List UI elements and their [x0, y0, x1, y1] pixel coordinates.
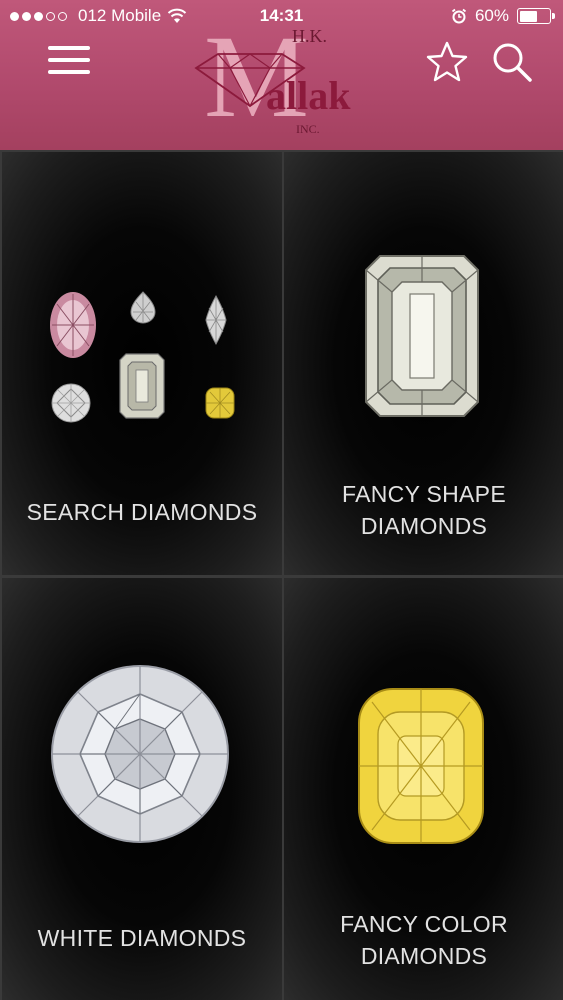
yellow-cushion-diamond-icon: [358, 688, 484, 844]
round-diamond-small-icon: [51, 383, 91, 423]
star-icon: [426, 41, 468, 82]
search-icon: [493, 43, 532, 82]
tile-label-line2: DIAMONDS: [360, 513, 488, 539]
app-header: 012 Mobile 14:31 60% M H.K. allak INC.: [0, 0, 563, 150]
hamburger-icon: [48, 46, 90, 50]
marquise-diamond-icon: [205, 294, 227, 346]
emerald-cut-diamond-icon: [365, 255, 479, 417]
favorites-button[interactable]: [425, 40, 469, 84]
yellow-cushion-diamond-small-icon: [205, 387, 235, 419]
battery-percent: 60%: [474, 6, 509, 25]
emerald-cut-diamond-small-icon: [119, 353, 165, 419]
search-button[interactable]: [490, 40, 534, 84]
menu-button[interactable]: [48, 46, 90, 76]
tile-label-line1: FANCY COLOR: [340, 911, 508, 937]
category-grid: SEARCH DIAMONDS FANCY SHAPE DIAMONDS WHI…: [0, 150, 563, 1000]
white-round-diamond-icon: [51, 665, 229, 843]
battery-level: [519, 10, 537, 22]
logo-name: allak: [266, 73, 351, 118]
tile-label-line2: DIAMONDS: [360, 943, 488, 969]
tile-search-diamonds[interactable]: SEARCH DIAMONDS: [2, 152, 282, 575]
tile-fancy-shape-diamonds[interactable]: FANCY SHAPE DIAMONDS: [284, 152, 563, 575]
tile-fancy-color-diamonds[interactable]: FANCY COLOR DIAMONDS: [284, 578, 563, 1000]
battery-icon: [517, 8, 555, 24]
pink-oval-diamond-icon: [50, 292, 96, 358]
brand-logo: M H.K. allak INC.: [190, 18, 380, 140]
tile-label: WHITE DIAMONDS: [37, 925, 247, 951]
status-right: 60%: [451, 6, 555, 26]
logo-suffix: INC.: [296, 122, 320, 136]
tile-label: SEARCH DIAMONDS: [26, 499, 258, 525]
alarm-icon: [451, 8, 467, 24]
tile-label-line1: FANCY SHAPE: [342, 481, 506, 507]
logo-prefix: H.K.: [292, 26, 327, 46]
tile-white-diamonds[interactable]: WHITE DIAMONDS: [2, 578, 282, 1000]
pear-diamond-icon: [130, 291, 156, 324]
